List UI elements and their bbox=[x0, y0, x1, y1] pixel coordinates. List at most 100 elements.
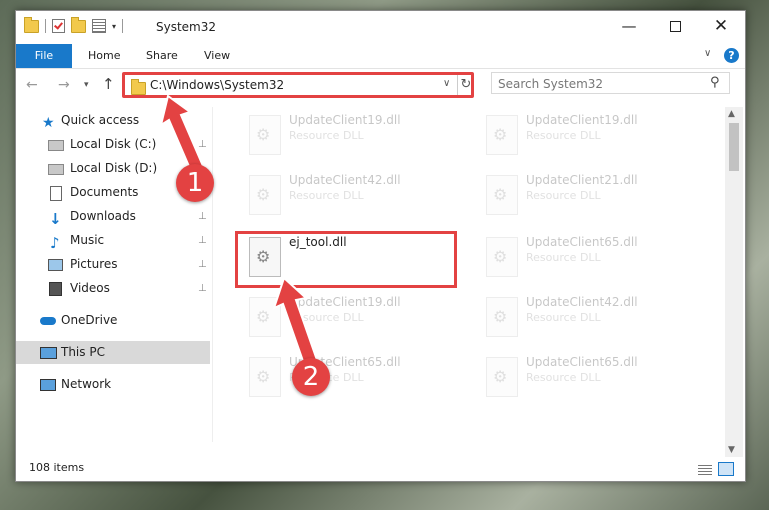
toolbar-separator bbox=[45, 19, 46, 33]
new-folder-icon[interactable] bbox=[71, 16, 86, 33]
toolbar-dropdown-icon[interactable]: ▾ bbox=[112, 22, 116, 31]
sidebar-item-local-disk-c[interactable]: Local Disk (C:) ⊥ bbox=[16, 133, 210, 156]
dll-file-icon bbox=[249, 175, 281, 215]
file-type: Resource DLL bbox=[289, 189, 364, 202]
help-icon[interactable]: ? bbox=[724, 48, 739, 63]
customize-icon[interactable] bbox=[92, 19, 106, 33]
sidebar-item-network[interactable]: Network bbox=[16, 373, 210, 396]
pin-icon[interactable]: ⊥ bbox=[198, 205, 207, 228]
tab-file[interactable]: File bbox=[16, 44, 72, 68]
sidebar-item-label: Pictures bbox=[70, 257, 118, 271]
sidebar-item-label: This PC bbox=[61, 345, 105, 359]
pin-icon[interactable]: ⊥ bbox=[198, 253, 207, 276]
scrollbar-thumb[interactable] bbox=[729, 123, 739, 171]
step-2-badge: 2 bbox=[292, 358, 330, 396]
computer-icon bbox=[40, 347, 57, 359]
file-item[interactable]: UpdateClient21.dll Resource DLL bbox=[478, 171, 708, 219]
dll-file-icon bbox=[249, 115, 281, 155]
file-type: Resource DLL bbox=[526, 311, 601, 324]
scroll-down-icon[interactable]: ▼ bbox=[728, 445, 735, 455]
address-bar[interactable]: C:\Windows\System32 ∨ ↻ bbox=[122, 72, 474, 98]
scroll-up-icon[interactable]: ▲ bbox=[728, 109, 735, 119]
sidebar-item-label: Local Disk (C:) bbox=[70, 137, 157, 151]
file-item[interactable]: UpdateClient65.dll Resource DLL bbox=[241, 353, 471, 401]
file-item[interactable]: UpdateClient19.dll Resource DLL bbox=[478, 111, 708, 159]
file-item[interactable]: UpdateClient42.dll Resource DLL bbox=[241, 171, 471, 219]
music-icon: ♪ bbox=[50, 234, 60, 252]
sidebar-item-downloads[interactable]: ↓ Downloads ⊥ bbox=[16, 205, 210, 228]
sidebar-item-label: Videos bbox=[70, 281, 110, 295]
dll-file-icon bbox=[249, 297, 281, 337]
file-name: UpdateClient42.dll bbox=[526, 295, 638, 309]
forward-button[interactable]: → bbox=[58, 77, 70, 93]
sidebar-item-pictures[interactable]: Pictures ⊥ bbox=[16, 253, 210, 276]
close-button[interactable]: ✕ bbox=[698, 11, 744, 41]
drive-icon bbox=[48, 164, 64, 175]
tab-share[interactable]: Share bbox=[146, 44, 178, 68]
file-type: Resource DLL bbox=[289, 311, 364, 324]
sidebar-item-label: Local Disk (D:) bbox=[70, 161, 158, 175]
documents-icon bbox=[50, 186, 62, 201]
cloud-icon bbox=[40, 317, 56, 325]
file-item[interactable]: UpdateClient19.dll Resource DLL bbox=[241, 293, 471, 341]
item-count: 108 items bbox=[29, 461, 85, 474]
step-1-badge: 1 bbox=[176, 164, 214, 202]
recent-locations-button[interactable]: ▾ bbox=[84, 80, 89, 90]
search-box[interactable]: ⚲ bbox=[491, 72, 730, 94]
refresh-button[interactable]: ↻ bbox=[457, 75, 474, 95]
title-bar: ▾ System32 — ✕ bbox=[16, 11, 745, 44]
file-name: UpdateClient21.dll bbox=[526, 173, 638, 187]
drive-icon bbox=[48, 140, 64, 151]
file-highlight-box bbox=[235, 231, 457, 288]
search-icon[interactable]: ⚲ bbox=[710, 75, 720, 90]
pin-icon[interactable]: ⊥ bbox=[198, 133, 207, 156]
sidebar-item-label: Music bbox=[70, 233, 105, 247]
file-list: UpdateClient19.dll Resource DLL UpdateCl… bbox=[213, 107, 725, 442]
sidebar-item-label: Quick access bbox=[61, 113, 140, 127]
vertical-scrollbar[interactable]: ▲ ▼ bbox=[725, 107, 743, 457]
up-button[interactable]: ↑ bbox=[102, 75, 115, 93]
properties-check-icon[interactable] bbox=[52, 19, 65, 33]
pin-icon[interactable]: ⊥ bbox=[198, 277, 207, 300]
toolbar-separator-2 bbox=[122, 19, 124, 33]
ribbon-tabs: File Home Share View ∨ ? bbox=[16, 44, 745, 69]
file-item[interactable]: UpdateClient65.dll Resource DLL bbox=[478, 233, 708, 281]
file-item[interactable]: UpdateClient65.dll Resource DLL bbox=[478, 353, 708, 401]
sidebar-item-label: Documents bbox=[70, 185, 139, 199]
file-type: Resource DLL bbox=[289, 129, 364, 142]
address-path[interactable]: C:\Windows\System32 bbox=[150, 78, 284, 92]
sidebar-item-label: Downloads bbox=[70, 209, 136, 223]
sidebar-item-label: OneDrive bbox=[61, 313, 118, 327]
folder-icon[interactable] bbox=[24, 16, 39, 33]
file-item[interactable]: UpdateClient42.dll Resource DLL bbox=[478, 293, 708, 341]
file-name: UpdateClient19.dll bbox=[526, 113, 638, 127]
file-name: UpdateClient19.dll bbox=[289, 113, 401, 127]
maximize-icon bbox=[669, 21, 681, 32]
large-icons-view-icon[interactable] bbox=[718, 462, 734, 476]
details-view-icon[interactable] bbox=[698, 463, 712, 475]
address-dropdown-icon[interactable]: ∨ bbox=[443, 78, 450, 89]
sidebar-item-quick-access[interactable]: ★ Quick access bbox=[16, 109, 210, 132]
tab-view[interactable]: View bbox=[204, 44, 230, 68]
navigation-pane: ★ Quick access Local Disk (C:) ⊥ Local D… bbox=[16, 107, 213, 442]
search-input[interactable] bbox=[496, 75, 700, 93]
file-type: Resource DLL bbox=[526, 251, 601, 264]
file-name: UpdateClient19.dll bbox=[289, 295, 401, 309]
file-name: UpdateClient42.dll bbox=[289, 173, 401, 187]
expand-ribbon-icon[interactable]: ∨ bbox=[704, 49, 714, 59]
tab-home[interactable]: Home bbox=[88, 44, 120, 68]
window-title: System32 bbox=[156, 20, 217, 34]
minimize-button[interactable]: — bbox=[606, 11, 652, 41]
dll-file-icon bbox=[486, 357, 518, 397]
sidebar-item-music[interactable]: ♪ Music ⊥ bbox=[16, 229, 210, 252]
file-item[interactable]: UpdateClient19.dll Resource DLL bbox=[241, 111, 471, 159]
maximize-button[interactable] bbox=[652, 11, 698, 41]
sidebar-item-onedrive[interactable]: OneDrive bbox=[16, 309, 210, 332]
sidebar-item-this-pc[interactable]: This PC bbox=[16, 341, 210, 364]
file-name: UpdateClient65.dll bbox=[526, 355, 638, 369]
back-button[interactable]: ← bbox=[26, 77, 38, 93]
dll-file-icon bbox=[486, 237, 518, 277]
pin-icon[interactable]: ⊥ bbox=[198, 229, 207, 252]
status-bar: 108 items bbox=[16, 457, 745, 481]
sidebar-item-videos[interactable]: Videos ⊥ bbox=[16, 277, 210, 300]
